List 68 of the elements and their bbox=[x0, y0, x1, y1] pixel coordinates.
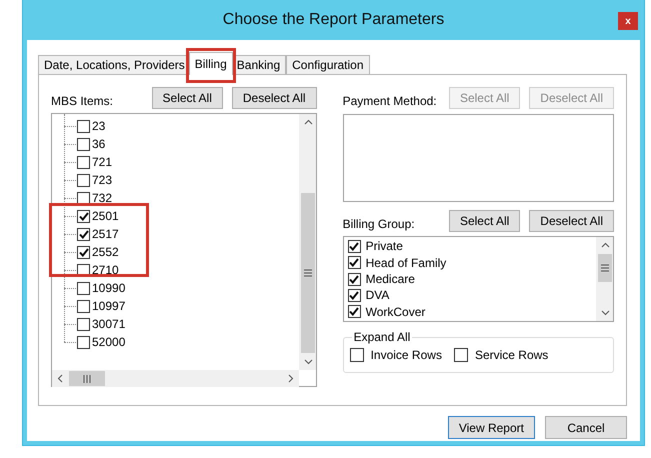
checkbox[interactable] bbox=[348, 256, 361, 270]
tree-item[interactable]: 723 bbox=[64, 171, 299, 189]
checkbox[interactable] bbox=[77, 246, 90, 258]
window-title: Choose the Report Parameters bbox=[222, 11, 444, 29]
list-item[interactable]: Private bbox=[348, 238, 592, 254]
tab[interactable]: Configuration bbox=[286, 55, 370, 75]
list-item[interactable]: Medicare bbox=[348, 270, 592, 288]
checkbox[interactable] bbox=[77, 138, 90, 150]
tab[interactable]: Billing bbox=[188, 52, 233, 75]
tree-item[interactable]: 2552 bbox=[64, 243, 299, 261]
scroll-thumb[interactable] bbox=[598, 254, 612, 282]
checkbox[interactable] bbox=[77, 192, 90, 204]
tree-item[interactable]: 721 bbox=[64, 153, 299, 171]
checkbox[interactable] bbox=[348, 305, 361, 318]
grip-icon bbox=[83, 374, 91, 382]
tree-item[interactable]: 10990 bbox=[64, 279, 299, 297]
vertical-scrollbar[interactable] bbox=[298, 114, 316, 370]
field-label: Billing Group: bbox=[342, 217, 415, 232]
checkbox-label: Service Rows bbox=[474, 348, 548, 362]
grip-icon bbox=[304, 269, 312, 277]
checkbox[interactable] bbox=[77, 210, 90, 222]
checkbox[interactable] bbox=[348, 240, 361, 253]
checkbox[interactable] bbox=[454, 348, 468, 362]
list-item[interactable]: DVA bbox=[348, 287, 592, 304]
tree-item[interactable]: 23 bbox=[64, 117, 299, 135]
list-item[interactable]: WorkCover bbox=[348, 304, 592, 320]
checkbox[interactable] bbox=[350, 348, 364, 362]
tree-item[interactable]: 10997 bbox=[64, 297, 299, 315]
select-button[interactable]: Deselect All bbox=[529, 210, 614, 232]
tree-item[interactable]: 732 bbox=[64, 189, 299, 207]
checkbox[interactable] bbox=[77, 282, 90, 294]
checkbox[interactable] bbox=[77, 300, 90, 312]
horizontal-scrollbar[interactable] bbox=[52, 370, 299, 387]
checkmark-icon bbox=[349, 274, 360, 284]
list-box[interactable] bbox=[342, 114, 614, 202]
checkbox[interactable] bbox=[348, 288, 361, 302]
checkmark-icon bbox=[349, 242, 360, 251]
tree-item[interactable]: 2501 bbox=[64, 207, 299, 225]
checkbox[interactable] bbox=[77, 156, 90, 168]
dialog-button[interactable]: Cancel bbox=[545, 416, 627, 439]
select-button[interactable]: Deselect All bbox=[232, 87, 317, 109]
dialog-button[interactable]: View Report bbox=[448, 416, 535, 439]
checkmark-icon bbox=[349, 258, 360, 268]
scroll-thumb[interactable] bbox=[69, 371, 105, 386]
tree-item[interactable]: 52000 bbox=[64, 333, 299, 351]
select-button[interactable]: Select All bbox=[152, 87, 223, 109]
tree-item[interactable]: 36 bbox=[64, 135, 299, 153]
checkbox[interactable] bbox=[77, 336, 90, 348]
checkmark-icon bbox=[349, 307, 360, 316]
close-button[interactable]: x bbox=[618, 12, 638, 30]
tree-item[interactable]: 2710 bbox=[64, 261, 299, 279]
field-label: Payment Method: bbox=[342, 94, 437, 109]
select-button[interactable]: Select All bbox=[448, 210, 520, 232]
field-label: MBS Items: bbox=[51, 94, 114, 109]
checkbox[interactable] bbox=[77, 228, 90, 240]
grip-icon bbox=[601, 264, 609, 272]
checkbox[interactable] bbox=[348, 272, 361, 286]
scroll-thumb[interactable] bbox=[300, 193, 315, 353]
checkmark-icon bbox=[349, 290, 360, 300]
vertical-scrollbar[interactable] bbox=[596, 237, 613, 321]
checkbox-label: Invoice Rows bbox=[370, 348, 442, 362]
list-item[interactable]: Head of Family bbox=[348, 254, 592, 271]
checkbox[interactable] bbox=[77, 318, 90, 330]
checkbox[interactable] bbox=[77, 120, 90, 132]
group-title: Expand All bbox=[352, 330, 412, 344]
checkbox[interactable] bbox=[77, 174, 90, 186]
tree-item[interactable]: 2517 bbox=[64, 225, 299, 243]
tree-item[interactable]: 30071 bbox=[64, 315, 299, 333]
